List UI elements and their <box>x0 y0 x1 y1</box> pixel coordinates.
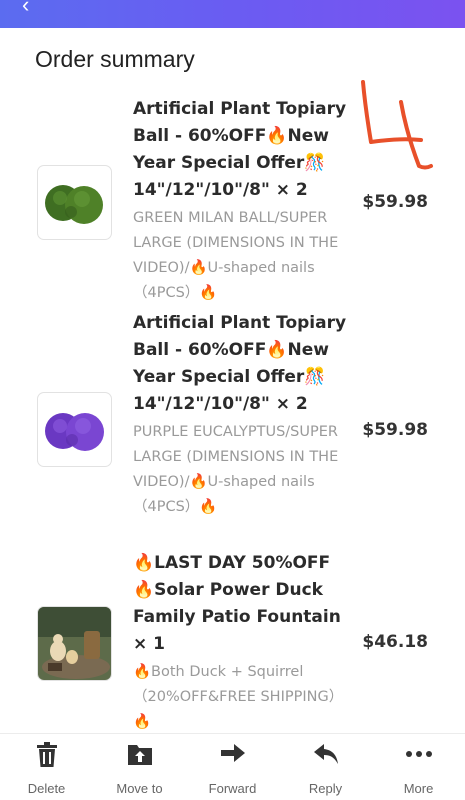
reply-label: Reply <box>308 781 343 796</box>
product-variant: GREEN MILAN BALL/SUPER LARGE (DIMENSIONS… <box>133 210 339 301</box>
arrow-back-icon[interactable]: ‹ <box>22 0 29 18</box>
product-image-green-topiary[interactable] <box>37 165 112 240</box>
delete-label: Delete <box>27 781 66 796</box>
reply-arrow-icon <box>313 744 338 764</box>
product-price: $59.98 <box>362 192 428 212</box>
move-to-button[interactable]: Move to <box>93 734 186 800</box>
product-image-purple-topiary[interactable] <box>37 392 112 467</box>
product-variant: PURPLE EUCALYPTUS/SUPER LARGE (DIMENSION… <box>133 424 339 515</box>
trash-icon <box>36 742 57 767</box>
product-name: Artificial Plant Topiary Ball - 60%OFF🔥N… <box>133 313 347 414</box>
product-price: $59.98 <box>362 420 428 440</box>
section-title: Order summary <box>35 46 195 72</box>
product-price: $46.18 <box>362 632 428 652</box>
more-dots-icon <box>405 751 432 757</box>
handwritten-annotation <box>361 80 433 170</box>
reply-button[interactable]: Reply <box>279 734 372 800</box>
delete-button[interactable]: Delete <box>0 734 93 800</box>
forward-button[interactable]: Forward <box>186 734 279 800</box>
move-folder-icon <box>127 745 152 765</box>
product-image-duck-fountain[interactable] <box>37 606 112 681</box>
product-name: Artificial Plant Topiary Ball - 60%OFF🔥N… <box>133 99 347 200</box>
forward-label: Forward <box>208 781 257 796</box>
product-name: 🔥LAST DAY 50%OFF🔥Solar Power Duck Family… <box>133 553 341 654</box>
move-to-label: Move to <box>116 781 163 796</box>
forward-arrow-icon <box>220 744 245 762</box>
more-button[interactable]: More <box>372 734 465 800</box>
product-variant: 🔥Both Duck + Squirrel （20%OFF&FREE SHIPP… <box>133 664 344 730</box>
top-app-bar: ‹ <box>0 0 465 28</box>
more-label: More <box>403 781 434 796</box>
bottom-toolbar: Delete Move to Forward Reply More <box>0 733 465 800</box>
